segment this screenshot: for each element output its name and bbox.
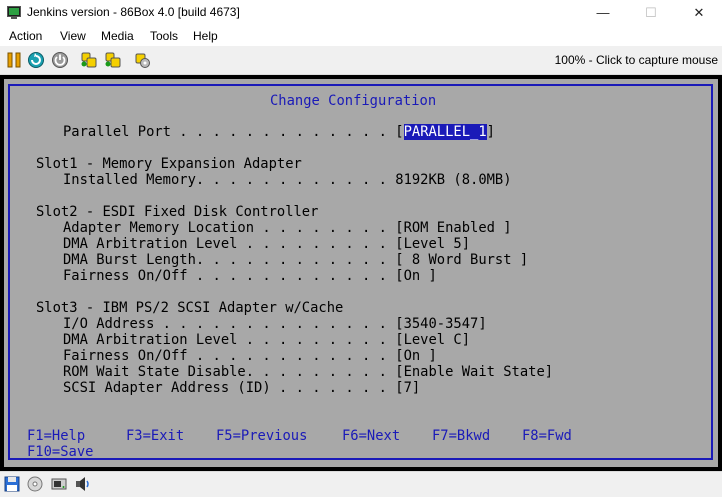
- toolbar: 100% - Click to capture mouse: [0, 46, 722, 75]
- fairness-row[interactable]: Fairness On/Off . . . . . . . . . . . . …: [63, 268, 437, 284]
- menu-bar: Action View Media Tools Help: [0, 26, 722, 46]
- parallel-port-bracket: ]: [486, 124, 495, 140]
- dma-arbitration-level-row[interactable]: DMA Arbitration Level . . . . . . . . . …: [63, 332, 470, 348]
- minimize-button[interactable]: —: [580, 0, 626, 26]
- ctrl-alt-esc-icon[interactable]: [104, 51, 122, 69]
- status-bar: [0, 471, 722, 497]
- parallel-port-label: Parallel Port . . . . . . . . . . . . . …: [63, 124, 404, 140]
- title-bar: Jenkins version - 86Box 4.0 [build 4673]…: [0, 0, 722, 26]
- menu-action[interactable]: Action: [9, 29, 42, 43]
- slot2-title: Slot2 - ESDI Fixed Disk Controller: [36, 204, 319, 220]
- io-address-row[interactable]: I/O Address . . . . . . . . . . . . . . …: [63, 316, 487, 332]
- rom-wait-state-row[interactable]: ROM Wait State Disable. . . . . . . . . …: [63, 364, 553, 380]
- scsi-adapter-address-row[interactable]: SCSI Adapter Address (ID) . . . . . . . …: [63, 380, 420, 396]
- window-title: Jenkins version - 86Box 4.0 [build 4673]: [27, 5, 240, 19]
- parallel-port-value[interactable]: PARALLEL_1: [403, 124, 487, 140]
- power-icon[interactable]: [51, 51, 69, 69]
- function-key-fwd[interactable]: F8=Fwd: [522, 428, 572, 444]
- emulator-screen[interactable]: Change Configuration Parallel Port . . .…: [0, 75, 722, 471]
- adapter-memory-location-row[interactable]: Adapter Memory Location . . . . . . . . …: [63, 220, 512, 236]
- installed-memory-row: Installed Memory. . . . . . . . . . . . …: [63, 172, 512, 188]
- dma-arbitration-level-row[interactable]: DMA Arbitration Level . . . . . . . . . …: [63, 236, 470, 252]
- capture-mouse-status: 100% - Click to capture mouse: [554, 53, 718, 67]
- fairness-row[interactable]: Fairness On/Off . . . . . . . . . . . . …: [63, 348, 437, 364]
- function-key-save[interactable]: F10=Save: [27, 444, 93, 460]
- floppy-icon[interactable]: [4, 476, 20, 492]
- reset-icon[interactable]: [27, 51, 45, 69]
- ctrl-alt-del-icon[interactable]: [80, 51, 98, 69]
- sound-icon[interactable]: [75, 476, 91, 492]
- app-icon: [7, 6, 21, 19]
- settings-icon[interactable]: [133, 51, 151, 69]
- config-panel: Change Configuration Parallel Port . . .…: [4, 79, 718, 467]
- menu-view[interactable]: View: [60, 29, 86, 43]
- close-button[interactable]: ✕: [676, 0, 722, 26]
- menu-media[interactable]: Media: [101, 29, 134, 43]
- page-title: Change Configuration: [270, 93, 437, 109]
- parallel-port-row: Parallel Port . . . . . . . . . . . . . …: [63, 124, 495, 140]
- hard-disk-icon[interactable]: [51, 476, 67, 492]
- slot1-title: Slot1 - Memory Expansion Adapter: [36, 156, 302, 172]
- dma-burst-length-row[interactable]: DMA Burst Length. . . . . . . . . . . . …: [63, 252, 528, 268]
- function-key-previous[interactable]: F5=Previous: [216, 428, 307, 444]
- pause-icon[interactable]: [5, 51, 23, 69]
- function-key-next[interactable]: F6=Next: [342, 428, 400, 444]
- maximize-button[interactable]: ☐: [628, 0, 674, 26]
- menu-help[interactable]: Help: [193, 29, 218, 43]
- slot3-title: Slot3 - IBM PS/2 SCSI Adapter w/Cache: [36, 300, 344, 316]
- function-key-bkwd[interactable]: F7=Bkwd: [432, 428, 490, 444]
- cdrom-icon[interactable]: [27, 476, 43, 492]
- function-key-exit[interactable]: F3=Exit: [126, 428, 184, 444]
- function-key-help[interactable]: F1=Help: [27, 428, 85, 444]
- menu-tools[interactable]: Tools: [150, 29, 178, 43]
